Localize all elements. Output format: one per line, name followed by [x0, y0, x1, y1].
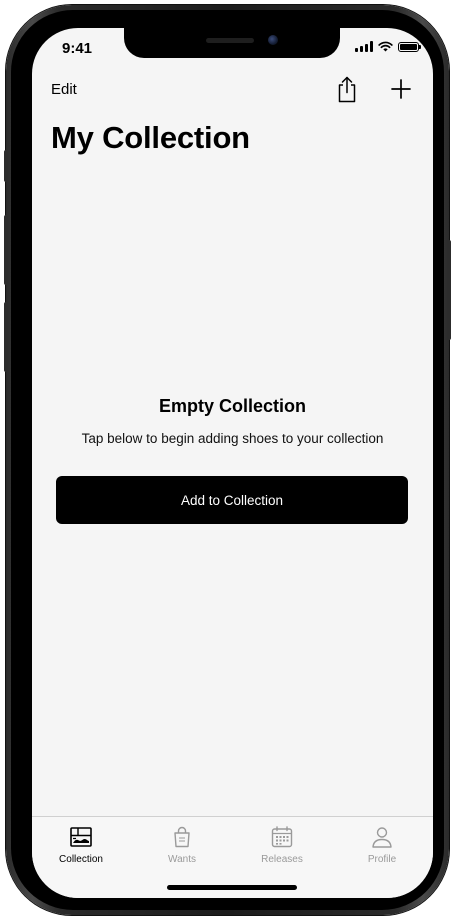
shopping-bag-icon: [174, 826, 190, 848]
front-camera: [268, 35, 278, 45]
side-button-power: [447, 240, 451, 340]
share-button[interactable]: [332, 74, 362, 104]
navigation-bar: Edit: [32, 72, 433, 112]
person-icon: [372, 827, 392, 848]
speaker-grille: [206, 38, 254, 43]
status-time: 9:41: [62, 40, 93, 57]
tab-label: Wants: [168, 854, 196, 865]
tab-label: Profile: [367, 854, 397, 865]
page-title: My Collection: [51, 120, 250, 155]
empty-state-title: Empty Collection: [158, 396, 306, 416]
cellular-signal-icon: [355, 41, 373, 52]
tab-profile[interactable]: Profile: [342, 825, 422, 865]
status-icons: [355, 41, 421, 52]
battery-icon: [398, 41, 421, 52]
home-indicator[interactable]: [167, 885, 297, 890]
plus-icon: [391, 79, 411, 99]
tab-label: Releases: [261, 854, 303, 865]
shoebox-icon: [70, 827, 92, 847]
tab-label: Collection: [59, 854, 103, 865]
calendar-icon: [271, 826, 293, 848]
app-screen: 9:41 Edit My Collection Empty Collection…: [32, 28, 433, 898]
wifi-icon: [378, 41, 393, 52]
empty-state-subtitle: Tap below to begin adding shoes to your …: [81, 431, 384, 446]
side-button-volume-down: [4, 302, 8, 372]
edit-button[interactable]: Edit: [51, 81, 77, 98]
add-button[interactable]: [386, 74, 416, 104]
side-button-silent: [4, 150, 8, 182]
add-to-collection-button[interactable]: Add to Collection: [56, 476, 408, 524]
tab-releases[interactable]: Releases: [242, 825, 322, 865]
tab-collection[interactable]: Collection: [41, 825, 121, 865]
tab-wants[interactable]: Wants: [142, 825, 222, 865]
share-icon: [338, 76, 356, 102]
side-button-volume-up: [4, 215, 8, 285]
notch: [124, 28, 340, 58]
